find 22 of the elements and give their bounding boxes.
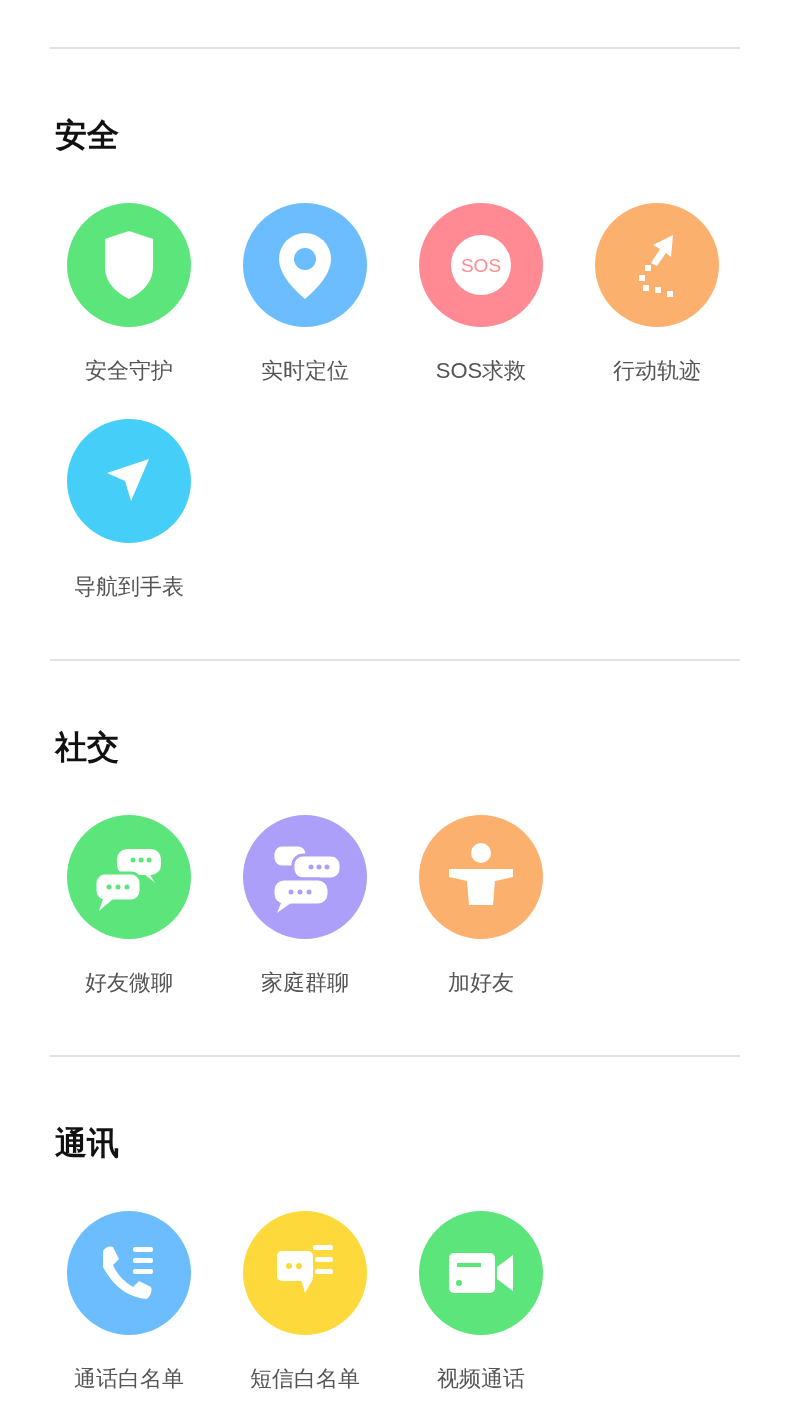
feature-label[interactable]: 短信白名单 — [250, 1367, 360, 1391]
section-title: 通讯 — [55, 1124, 120, 1163]
section-title: 社交 — [55, 728, 120, 767]
feature-label[interactable]: 通话白名单 — [74, 1367, 184, 1391]
feature-label[interactable]: 加好友 — [448, 971, 514, 995]
feature-label[interactable]: 实时定位 — [261, 359, 349, 383]
feature-label[interactable]: 好友微聊 — [85, 971, 173, 995]
feature-label[interactable]: 行动轨迹 — [613, 359, 701, 383]
feature-label[interactable]: 家庭群聊 — [261, 971, 349, 995]
location-pin-icon[interactable] — [243, 203, 367, 327]
feature-label[interactable]: SOS求救 — [435, 359, 527, 383]
shield-icon[interactable] — [67, 203, 191, 327]
feature-label[interactable]: 安全守护 — [85, 359, 173, 383]
message-list-icon[interactable] — [243, 1211, 367, 1335]
feature-label[interactable]: 视频通话 — [437, 1367, 525, 1391]
chat-bubbles-icon[interactable] — [67, 815, 191, 939]
group-chat-icon[interactable] — [243, 815, 367, 939]
feature-label[interactable]: 导航到手表 — [74, 575, 184, 599]
person-icon[interactable] — [419, 815, 543, 939]
video-camera-icon[interactable] — [419, 1211, 543, 1335]
phone-icon[interactable] — [67, 1211, 191, 1335]
section-title: 安全 — [55, 116, 120, 155]
